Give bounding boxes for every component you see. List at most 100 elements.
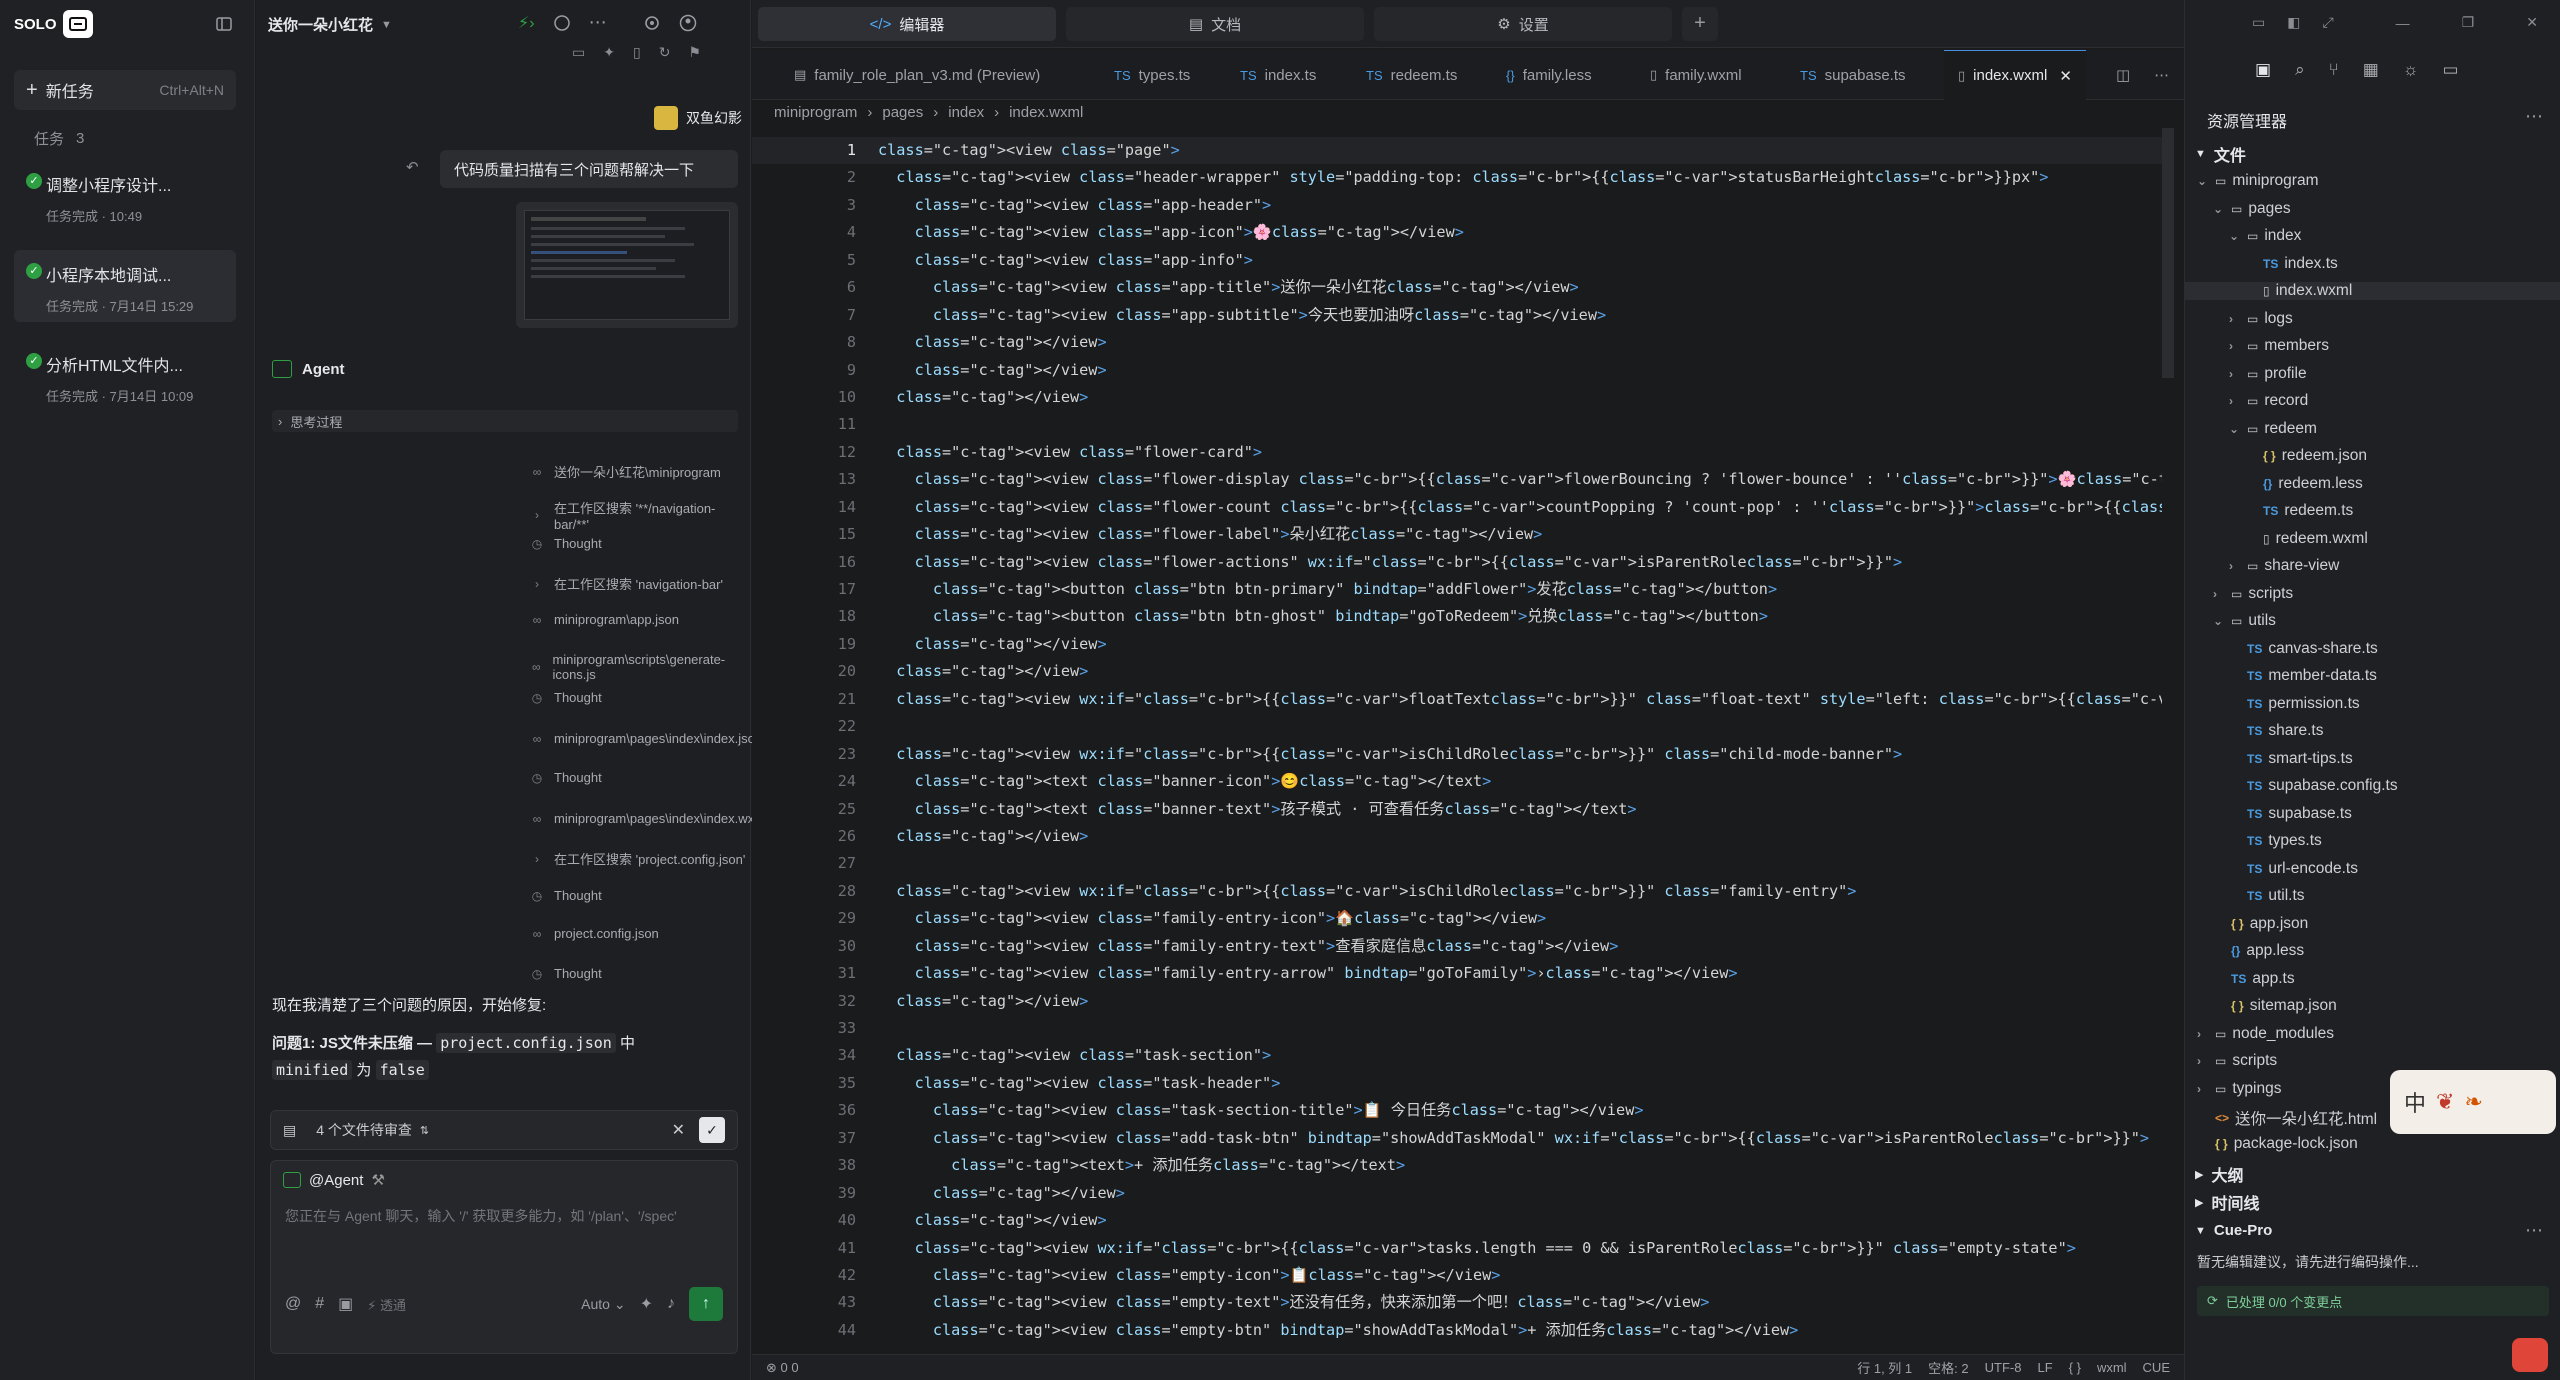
tree-item[interactable]: { } redeem.json <box>2245 447 2367 465</box>
code-line[interactable]: 11 <box>752 411 2162 438</box>
tab-docs[interactable]: ▤ 文档 <box>1066 7 1364 41</box>
code-line[interactable]: 34 class="c-tag"><view class="task-secti… <box>752 1042 2162 1069</box>
code-line[interactable]: 31 class="c-tag"><view class="family-ent… <box>752 960 2162 987</box>
copy-icon[interactable]: ▭ <box>572 44 585 61</box>
tree-item[interactable]: › ▭ record <box>2229 392 2308 410</box>
code-line[interactable]: 24 class="c-tag"><text class="banner-ico… <box>752 768 2162 795</box>
agent-step[interactable]: ∞ project.config.json <box>528 926 659 941</box>
tree-item[interactable]: › ▭ node_modules <box>2197 1025 2334 1043</box>
tree-item[interactable]: TS util.ts <box>2229 887 2305 905</box>
code-line[interactable]: 9 class="c-tag"></view> <box>752 357 2162 384</box>
chat-bubble-icon[interactable] <box>553 14 571 32</box>
files-section-header[interactable]: ▼ 文件 <box>2195 142 2246 166</box>
files-icon[interactable]: ▣ <box>2255 60 2271 80</box>
code-line[interactable]: 22 <box>752 713 2162 740</box>
file-tab[interactable]: ▤ family_role_plan_v3.md (Preview) <box>780 50 1054 100</box>
code-line[interactable]: 7 class="c-tag"><view class="app-subtitl… <box>752 302 2162 329</box>
more-icon[interactable]: ⋯ <box>2525 106 2543 127</box>
code-line[interactable]: 14 class="c-tag"><view class="flower-cou… <box>752 494 2162 521</box>
restore-icon[interactable]: ❐ <box>2462 14 2475 31</box>
code-line[interactable]: 28 class="c-tag"><view wx:if="class="c-b… <box>752 878 2162 905</box>
tree-item[interactable]: › ▭ scripts <box>2197 1052 2277 1070</box>
outline-section[interactable]: ▶ 大纲 <box>2195 1162 2243 1186</box>
tree-item[interactable]: TS supabase.config.ts <box>2229 777 2398 795</box>
task-item[interactable]: ✓ 调整小程序设计... 任务完成 · 10:49 <box>14 160 236 232</box>
code-line[interactable]: 36 class="c-tag"><view class="task-secti… <box>752 1097 2162 1124</box>
code-line[interactable]: 20 class="c-tag"></view> <box>752 658 2162 685</box>
cue-section[interactable]: ▼ Cue-Pro <box>2195 1222 2272 1239</box>
tree-item[interactable]: {} redeem.less <box>2245 475 2363 493</box>
more-icon[interactable]: ⋯ <box>2154 66 2169 84</box>
agent-step[interactable]: ◷ Thought <box>528 888 602 903</box>
tree-item[interactable]: ⌄ ▭ redeem <box>2229 420 2317 438</box>
undo-icon[interactable]: ↶ <box>406 158 419 176</box>
gear-icon[interactable] <box>643 14 661 32</box>
agent-mention[interactable]: @Agent ⚒ <box>271 1161 737 1199</box>
tab-editor[interactable]: </> 编辑器 <box>758 7 1056 41</box>
breadcrumb-item[interactable]: index <box>948 104 984 121</box>
file-tab[interactable]: TS types.ts <box>1100 50 1204 100</box>
code-line[interactable]: 42 class="c-tag"><view class="empty-icon… <box>752 1262 2162 1289</box>
attached-screenshot-thumbnail[interactable] <box>516 202 738 328</box>
tree-item[interactable]: ▯ index.wxml <box>2185 282 2560 300</box>
minimize-icon[interactable]: — <box>2396 15 2410 31</box>
tree-item[interactable]: TS member-data.ts <box>2229 667 2377 685</box>
tree-item[interactable]: TS types.ts <box>2229 832 2322 850</box>
code-line[interactable]: 8 class="c-tag"></view> <box>752 329 2162 356</box>
search-icon[interactable]: ⌕ <box>2295 60 2305 80</box>
tree-item[interactable]: TS app.ts <box>2213 970 2295 988</box>
agent-step[interactable]: ◷ Thought <box>528 690 602 705</box>
code-line[interactable]: 33 <box>752 1015 2162 1042</box>
hash-icon[interactable]: # <box>315 1295 324 1313</box>
agent-step[interactable]: ∞ miniprogram\scripts\generate-icons.js <box>528 652 750 682</box>
status-item[interactable]: { } <box>2069 1360 2081 1375</box>
tree-item[interactable]: › ▭ members <box>2229 337 2329 355</box>
reject-icon[interactable]: ✕ <box>672 1120 685 1140</box>
breadcrumb-item[interactable]: miniprogram <box>774 104 857 121</box>
layout-icon[interactable]: ▭ <box>2252 14 2265 31</box>
agent-step[interactable]: › 在工作区搜索 'navigation-bar' <box>528 574 723 593</box>
user-icon[interactable] <box>679 14 697 32</box>
agent-step[interactable]: ◷ Thought <box>528 770 602 785</box>
tree-item[interactable]: TS share.ts <box>2229 722 2323 740</box>
tree-item[interactable]: <> 送你一朵小红花.html <box>2197 1107 2377 1129</box>
code-line[interactable]: 18 class="c-tag"><button class="btn btn-… <box>752 603 2162 630</box>
new-task-button[interactable]: + 新任务 Ctrl+Alt+N <box>14 70 236 110</box>
tree-item[interactable]: TS url-encode.ts <box>2229 860 2358 878</box>
code-line[interactable]: 26 class="c-tag"></view> <box>752 823 2162 850</box>
status-problems[interactable]: ⊗ 0 0 <box>766 1360 799 1376</box>
mention-icon[interactable]: @ <box>285 1295 301 1313</box>
tree-item[interactable]: › ▭ share-view <box>2229 557 2339 575</box>
code-line[interactable]: 3 class="c-tag"><view class="app-header"… <box>752 192 2162 219</box>
ime-floating-widget[interactable]: 中 ❦ ❧ <box>2390 1070 2556 1134</box>
agent-step[interactable]: ∞ miniprogram\pages\index\index.json <box>528 731 762 746</box>
notification-icon[interactable] <box>2512 1338 2548 1372</box>
tab-settings[interactable]: ⚙ 设置 <box>1374 7 1672 41</box>
tree-item[interactable]: TS permission.ts <box>2229 695 2360 713</box>
code-line[interactable]: 2 class="c-tag"><view class="header-wrap… <box>752 164 2162 191</box>
code-line[interactable]: 38 class="c-tag"><text>+ 添加任务class="c-ta… <box>752 1152 2162 1179</box>
file-tab[interactable]: {} family.less <box>1492 50 1606 100</box>
branch-icon[interactable]: ⑂ <box>2329 60 2339 80</box>
file-tab[interactable]: TS supabase.ts <box>1786 50 1920 100</box>
more-icon[interactable]: ⋯ <box>589 12 607 33</box>
task-item-active[interactable]: ✓ 小程序本地调试... 任务完成 · 7月14日 15:29 <box>14 250 236 322</box>
code-line[interactable]: 27 <box>752 850 2162 877</box>
tree-item[interactable]: { } package-lock.json <box>2197 1135 2358 1153</box>
agent-step[interactable]: ∞ 送你一朵小红花\miniprogram <box>528 462 721 481</box>
send-button[interactable]: ↑ <box>689 1287 723 1321</box>
task-item[interactable]: ✓ 分析HTML文件内... 任务完成 · 7月14日 10:09 <box>14 340 236 412</box>
grid-icon[interactable]: ▦ <box>2363 60 2379 80</box>
code-line[interactable]: 16 class="c-tag"><view class="flower-act… <box>752 549 2162 576</box>
file-tab[interactable]: TS redeem.ts <box>1352 50 1471 100</box>
status-item[interactable]: wxml <box>2097 1360 2127 1375</box>
code-line[interactable]: 5 class="c-tag"><view class="app-info"> <box>752 247 2162 274</box>
tree-item[interactable]: › ▭ profile <box>2229 365 2307 383</box>
code-line[interactable]: 25 class="c-tag"><text class="banner-tex… <box>752 796 2162 823</box>
code-line[interactable]: 23 class="c-tag"><view wx:if="class="c-b… <box>752 741 2162 768</box>
debug-icon[interactable]: ☼ <box>2403 60 2419 80</box>
split-editor-icon[interactable]: ◫ <box>2116 66 2130 84</box>
file-tab[interactable]: ▯ index.wxml ✕ <box>1944 50 2086 100</box>
tree-item[interactable]: ⌄ ▭ index <box>2229 227 2301 245</box>
scrollbar[interactable] <box>2162 128 2174 378</box>
